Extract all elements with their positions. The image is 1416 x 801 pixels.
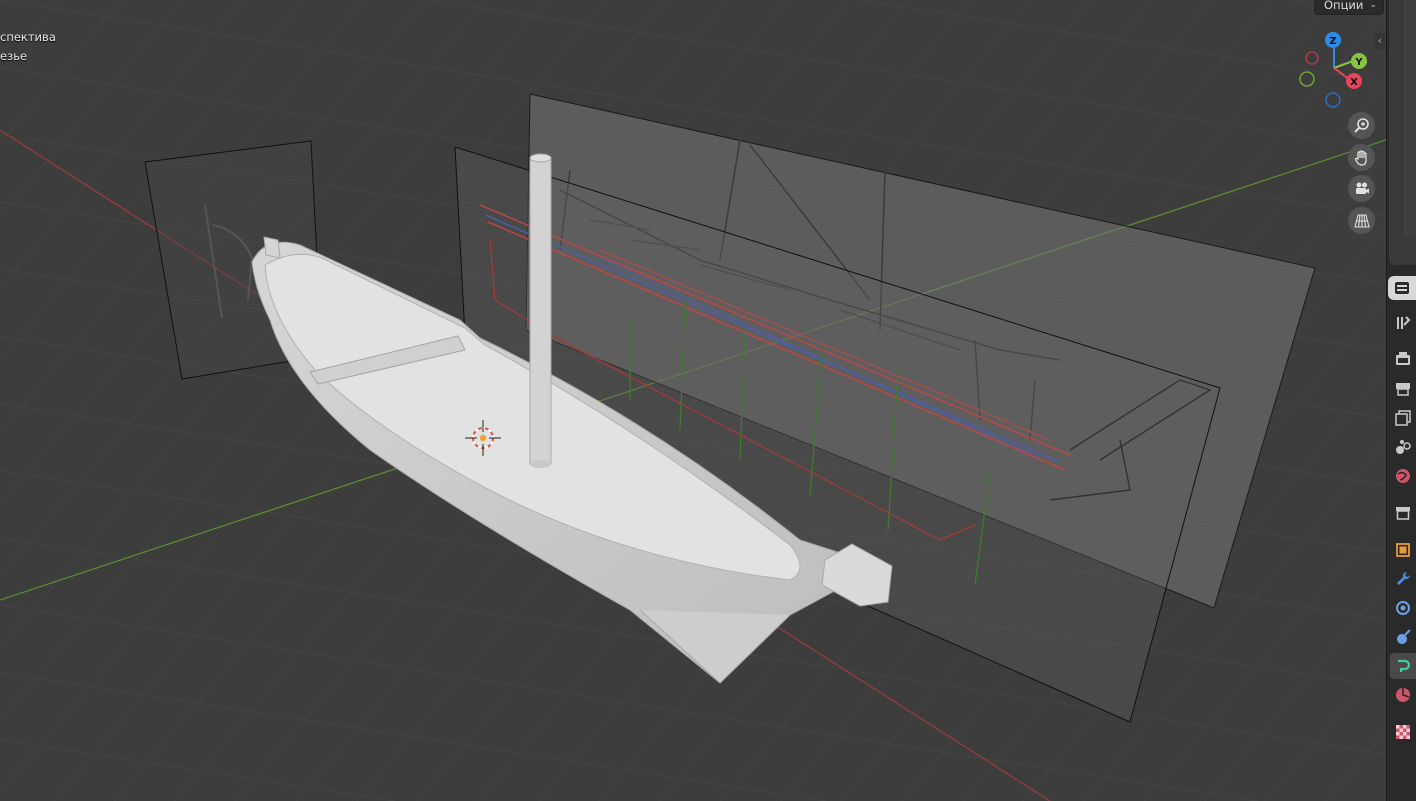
zoom-icon: [1353, 117, 1369, 133]
render-icon: [1396, 352, 1410, 365]
svg-text:Y: Y: [1354, 57, 1363, 68]
data-icon: [1396, 688, 1410, 702]
boat-mast[interactable]: [529, 153, 552, 468]
pan-button[interactable]: [1348, 144, 1375, 171]
properties-editor-icon: [1395, 282, 1409, 294]
modifier-wrench-icon: [1397, 571, 1411, 585]
particles-icon: [1396, 601, 1410, 615]
tab-constraints[interactable]: [1390, 653, 1416, 679]
options-dropdown[interactable]: Опции ⌄: [1314, 0, 1384, 15]
zoom-button[interactable]: [1348, 112, 1375, 139]
y-axis-gizmo[interactable]: Y: [1351, 53, 1367, 69]
tab-world[interactable]: [1390, 463, 1416, 489]
viewport-scene[interactable]: [0, 0, 1386, 801]
viewport-info-overlay: спектива езье: [0, 28, 56, 66]
navigation-gizmo[interactable]: Z Y X: [1292, 28, 1376, 112]
view-layer-icon: [1395, 410, 1411, 426]
view-collection-label: езье: [0, 49, 28, 63]
tab-scene[interactable]: [1390, 434, 1416, 460]
x-axis-gizmo[interactable]: X: [1346, 73, 1362, 89]
tab-data[interactable]: [1390, 682, 1416, 708]
tab-tool[interactable]: [1390, 310, 1416, 336]
tab-texture[interactable]: [1390, 719, 1416, 745]
tab-output[interactable]: [1390, 376, 1416, 402]
options-label: Опции: [1324, 0, 1364, 12]
tab-collection[interactable]: [1390, 500, 1416, 526]
perspective-toggle-button[interactable]: [1348, 207, 1375, 234]
texture-checker-icon: [1396, 725, 1410, 739]
perspective-grid-icon: [1353, 213, 1370, 228]
outliner-scrollbar[interactable]: [1402, 0, 1416, 235]
neg-z-gizmo-dot[interactable]: [1325, 92, 1341, 108]
neg-x-gizmo-dot[interactable]: [1305, 51, 1319, 65]
tab-object[interactable]: [1390, 537, 1416, 563]
sidebar-toggle-arrow-icon[interactable]: ‹: [1375, 33, 1385, 49]
tab-modifiers[interactable]: [1390, 566, 1416, 592]
collection-icon: [1396, 507, 1410, 520]
camera-view-icon: [1355, 182, 1369, 194]
tab-particles[interactable]: [1390, 595, 1416, 621]
object-icon: [1396, 543, 1410, 557]
scene-icon: [1396, 440, 1411, 454]
physics-icon: [1397, 629, 1411, 644]
chevron-down-icon: ⌄: [1369, 0, 1377, 10]
tool-icon: [1397, 316, 1411, 329]
tab-render[interactable]: [1390, 346, 1416, 372]
editor-type-button[interactable]: [1388, 276, 1416, 300]
output-icon: [1396, 383, 1410, 396]
tab-physics[interactable]: [1390, 624, 1416, 650]
tab-view-layer[interactable]: [1390, 405, 1416, 431]
svg-text:Z: Z: [1329, 36, 1336, 47]
3d-viewport[interactable]: спектива езье Опции ⌄ ‹ Z Y X: [0, 0, 1386, 801]
constraints-icon: [1398, 659, 1411, 672]
neg-y-gizmo-dot[interactable]: [1299, 71, 1315, 87]
view-projection-label: спектива: [0, 30, 56, 44]
camera-view-button[interactable]: [1348, 175, 1375, 202]
outliner-panel-edge[interactable]: [1389, 0, 1416, 265]
svg-text:X: X: [1350, 77, 1358, 88]
hand-pan-icon: [1354, 149, 1367, 166]
z-axis-gizmo[interactable]: Z: [1325, 32, 1341, 48]
world-icon: [1396, 469, 1410, 483]
